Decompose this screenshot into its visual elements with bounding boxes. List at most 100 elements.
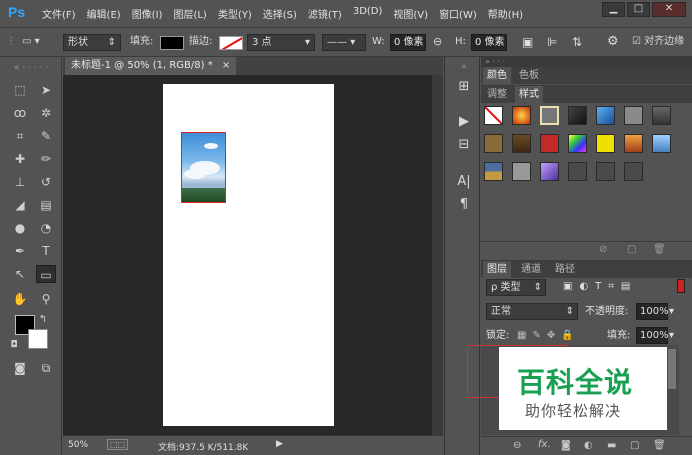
style-swatch[interactable] (652, 134, 671, 153)
menu-3d[interactable]: 3D(D) (353, 6, 383, 21)
minimize-button[interactable]: ▁ (602, 2, 625, 17)
tab-swatches[interactable]: 色板 (515, 67, 543, 84)
paragraph-panel-icon[interactable]: ¶ (456, 197, 472, 213)
width-input[interactable]: 0 像素 (390, 34, 426, 51)
style-swatch[interactable] (652, 106, 671, 125)
clone-stamp-tool-icon[interactable]: ⊥ (10, 173, 30, 191)
history-panel-icon[interactable]: ⊞ (456, 79, 472, 95)
properties-panel-icon[interactable]: ⊟ (456, 137, 472, 153)
shape-mode-select[interactable]: 形状 ⇕ (63, 34, 121, 51)
new-group-icon[interactable]: ▬ (607, 440, 616, 451)
style-swatch[interactable] (568, 106, 587, 125)
gradient-tool-icon[interactable]: ▤ (36, 196, 56, 214)
healing-brush-tool-icon[interactable]: ✚ (10, 150, 30, 168)
fill-opacity-input[interactable]: 100% (636, 327, 669, 344)
delete-layer-icon[interactable]: 🗑 (653, 440, 666, 451)
path-arrangement-icon[interactable]: ⇅ (572, 34, 582, 51)
layer-filter-icons[interactable]: ▣◐T⌗▤ (563, 279, 673, 296)
marquee-tool-icon[interactable]: ⬚ (10, 81, 30, 99)
menu-filter[interactable]: 滤镜(T) (308, 6, 342, 21)
style-swatch[interactable] (540, 134, 559, 153)
delete-style-icon[interactable]: 🗑 (653, 244, 666, 255)
blur-tool-icon[interactable]: ● (10, 219, 30, 237)
style-swatch[interactable] (624, 162, 643, 181)
dodge-tool-icon[interactable]: ◔ (36, 219, 56, 237)
menu-edit[interactable]: 编辑(E) (87, 6, 121, 21)
vertical-scrollbar[interactable] (431, 75, 443, 435)
new-style-icon[interactable]: ▢ (627, 244, 636, 255)
fill-color-swatch[interactable] (160, 36, 184, 50)
character-panel-icon[interactable]: A| (456, 174, 472, 190)
document-tab[interactable]: 未标题-1 @ 50% (1, RGB/8) * × (65, 57, 237, 75)
stroke-type-select[interactable]: —— ▾ (322, 34, 366, 51)
maximize-button[interactable]: □ (627, 2, 650, 17)
strip-collapse-icon[interactable]: » (456, 59, 472, 75)
link-layers-icon[interactable]: ⊖ (513, 440, 521, 451)
gear-icon[interactable]: ⚙ (607, 34, 619, 51)
menu-file[interactable]: 文件(F) (42, 6, 76, 21)
menu-type[interactable]: 类型(Y) (218, 6, 252, 21)
path-selection-tool-icon[interactable]: ↖ (10, 265, 30, 283)
layers-scrollbar[interactable] (668, 349, 676, 389)
clear-style-icon[interactable]: ⊘ (599, 244, 607, 255)
tab-color[interactable]: 颜色 (483, 67, 511, 84)
menu-view[interactable]: 视图(V) (393, 6, 428, 21)
tab-styles[interactable]: 样式 (515, 86, 543, 103)
zoom-tool-icon[interactable]: ⚲ (36, 290, 56, 308)
close-tab-icon[interactable]: × (222, 60, 230, 71)
opacity-input[interactable]: 100% (636, 303, 669, 320)
path-alignment-icon[interactable]: ⊫ (547, 34, 557, 51)
menu-image[interactable]: 图像(I) (132, 6, 163, 21)
menu-window[interactable]: 窗口(W) (439, 6, 477, 21)
style-swatch[interactable] (568, 134, 587, 153)
style-swatch[interactable] (624, 134, 643, 153)
style-swatch[interactable] (624, 106, 643, 125)
tab-adjustments[interactable]: 调整 (483, 86, 511, 103)
zoom-level[interactable]: 50% (68, 440, 88, 450)
brush-tool-icon[interactable]: ✏ (36, 150, 56, 168)
swap-colors-icon[interactable]: ↰ (36, 311, 50, 329)
opacity-dropdown-icon[interactable]: ▾ (669, 304, 683, 321)
lock-options-icons[interactable]: ▦✎✥🔒 (517, 328, 587, 345)
style-swatch[interactable] (596, 106, 615, 125)
new-layer-icon[interactable]: ▢ (630, 440, 639, 451)
layer-mask-icon[interactable]: ◙ (561, 440, 571, 451)
style-swatch[interactable] (540, 162, 559, 181)
status-info-icon[interactable]: ⬚⬚ (107, 439, 129, 450)
sky-photo-layer[interactable] (181, 132, 226, 203)
filter-toggle-icon[interactable] (677, 279, 685, 293)
stroke-color-swatch[interactable] (219, 36, 243, 50)
height-input[interactable]: 0 像素 (471, 34, 507, 51)
default-colors-icon[interactable]: ◘ (8, 336, 20, 354)
fill-dropdown-icon[interactable]: ▾ (669, 328, 683, 345)
menu-select[interactable]: 选择(S) (263, 6, 297, 21)
align-edges-checkbox[interactable]: ☑ 对齐边缘 (632, 34, 684, 51)
menu-help[interactable]: 帮助(H) (488, 6, 523, 21)
tab-paths[interactable]: 路径 (551, 261, 579, 278)
tab-channels[interactable]: 通道 (517, 261, 545, 278)
tab-layers[interactable]: 图层 (483, 261, 511, 278)
quick-mask-icon[interactable]: ◙ (10, 359, 30, 377)
close-button[interactable]: ✕ (652, 2, 686, 17)
link-dimensions-icon[interactable]: ⊖ (433, 34, 442, 51)
style-swatch[interactable] (596, 162, 615, 181)
lasso-tool-icon[interactable]: ꝏ (10, 104, 30, 122)
rectangle-tool-icon[interactable]: ▭ (36, 265, 56, 283)
menu-layer[interactable]: 图层(L) (173, 6, 206, 21)
adjustment-layer-icon[interactable]: ◐ (584, 440, 593, 451)
style-swatch[interactable] (596, 134, 615, 153)
move-tool-icon[interactable]: ➤ (36, 81, 56, 99)
style-swatch[interactable] (484, 134, 503, 153)
layer-effects-icon[interactable]: fx. (538, 439, 551, 450)
stroke-width-input[interactable]: 3 点 ▾ (247, 34, 315, 51)
blend-mode-select[interactable]: 正常 ⇕ (486, 303, 578, 320)
hand-tool-icon[interactable]: ✋ (10, 290, 30, 308)
actions-panel-icon[interactable]: ▶ (456, 114, 472, 130)
eyedropper-tool-icon[interactable]: ✎ (36, 127, 56, 145)
history-brush-tool-icon[interactable]: ↺ (36, 173, 56, 191)
background-color-swatch[interactable] (28, 329, 48, 349)
style-swatch-none[interactable] (484, 106, 503, 125)
toolbox-collapse-icon[interactable]: « · · · · · (4, 59, 58, 77)
status-menu-arrow-icon[interactable]: ▶ (276, 439, 283, 449)
layer-filter-kind-select[interactable]: ρ 类型 ⇕ (486, 279, 546, 296)
